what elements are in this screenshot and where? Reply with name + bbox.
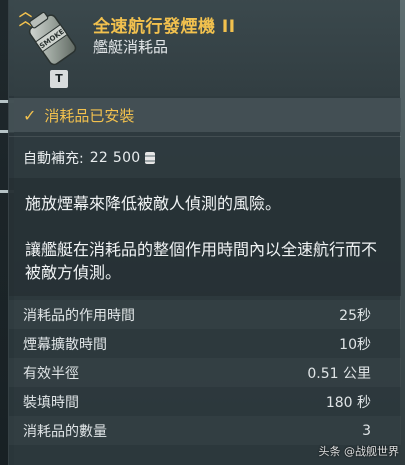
consumable-title: 全速航行發煙機 II — [93, 17, 236, 37]
stat-value: 180 秒 — [325, 394, 371, 411]
stats-table: 消耗品的作用時間 25秒 煙幕擴散時間 10秒 有效半徑 0.51 公里 裝填時… — [9, 300, 401, 445]
stat-row: 消耗品的數量 3 — [9, 416, 401, 445]
consumable-type: 艦艇消耗品 — [93, 38, 169, 56]
stat-label: 煙幕擴散時間 — [23, 336, 107, 353]
installed-label: 消耗品已安裝 — [44, 106, 135, 125]
consumable-tooltip: ︿ ︿ SMOKE T 全速航行發煙機 II 艦艇消耗品 ✓ 消耗品已安裝 自動… — [8, 0, 401, 465]
resupply-label: 自動補充: — [23, 151, 84, 167]
checkmark-icon: ✓ — [23, 105, 37, 125]
tooltip-header: ︿ ︿ SMOKE T 全速航行發煙機 II 艦艇消耗品 — [9, 0, 400, 96]
stat-label: 有效半徑 — [23, 365, 79, 382]
resupply-cost: 22 500 — [89, 150, 141, 166]
silver-credits-icon — [144, 152, 155, 164]
stat-row: 消耗品的作用時間 25秒 — [9, 300, 401, 329]
description-line: 施放煙幕來降低被敵人偵測的風險。 — [25, 194, 282, 213]
smoke-generator-icon: SMOKE — [28, 11, 77, 66]
watermark: 头条 @战舰世界 — [318, 445, 400, 458]
stat-label: 消耗品的數量 — [23, 423, 107, 440]
stat-value: 0.51 公里 — [307, 365, 371, 382]
stat-value: 25秒 — [339, 307, 371, 324]
auto-resupply: 自動補充: 22 500 — [23, 148, 155, 168]
stat-value: 3 — [362, 422, 371, 439]
stat-row: 裝填時間 180 秒 — [9, 387, 401, 416]
stat-label: 裝填時間 — [23, 394, 79, 411]
installed-status: ✓ 消耗品已安裝 — [9, 98, 401, 132]
description-line: 讓艦艇在消耗品的整個作用時間內以全速航行而不被敵方偵測。 — [25, 240, 378, 282]
hotkey-badge: T — [50, 70, 68, 88]
stat-row: 有效半徑 0.51 公里 — [9, 358, 401, 387]
divider — [9, 136, 401, 137]
stat-value: 10秒 — [339, 336, 371, 353]
stat-row: 煙幕擴散時間 10秒 — [9, 329, 401, 358]
stat-label: 消耗品的作用時間 — [23, 307, 135, 324]
description-box: 施放煙幕來降低被敵人偵測的風險。 讓艦艇在消耗品的整個作用時間內以全速航行而不被… — [9, 178, 401, 296]
